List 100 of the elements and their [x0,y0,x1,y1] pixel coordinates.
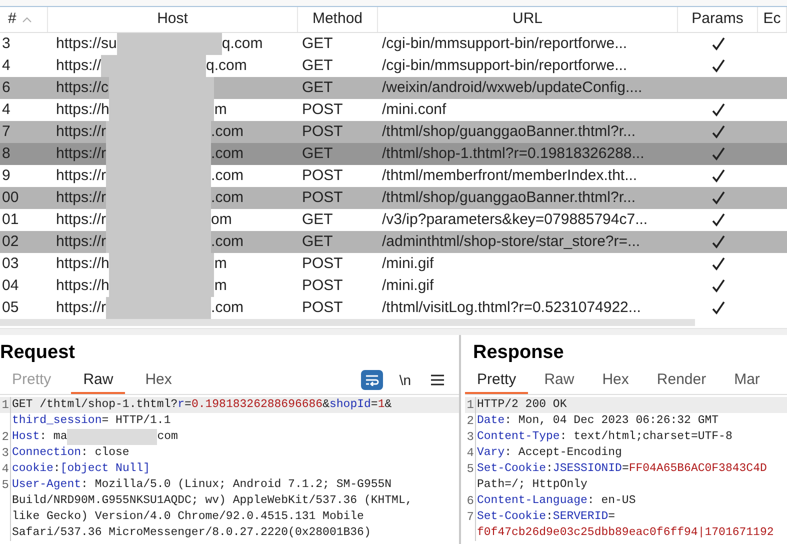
tab[interactable]: Render [644,369,718,394]
panel-title: Request [0,340,75,364]
checkmark-icon [712,169,724,183]
url-text: /thtml/shop-1.thtml?r=0.19818326288... [382,144,644,164]
host-text: q.com [222,34,263,54]
code-text: Safari/537.36 MicroMessenger/8.0.27.2220(0x28001B36) [12,525,371,542]
url-text: /cgi-bin/mmsupport-bin/reportforwe... [382,34,628,54]
code-text: : [546,461,553,478]
code-text: = [184,397,192,414]
column-header[interactable]: Params [692,8,744,31]
scrollbar-thumb[interactable] [0,319,695,326]
method-text: GET [302,78,333,98]
code-text: Path=/; HttpOnly [477,477,588,494]
method-text: POST [302,122,343,142]
code-text: cookie [12,461,54,478]
code-text: like Gecko) Version/4.0 Chrome/92.0.4515.131 Mobile [12,509,364,526]
tab[interactable]: Raw [71,369,126,394]
method-text: GET [302,232,333,252]
response-editor[interactable] [465,395,787,541]
checkmark-icon [712,103,724,117]
line-number: 2 [466,414,474,428]
row-number: 01 [2,210,19,230]
url-text: /mini.conf [382,100,446,120]
host-text: .com [211,122,244,142]
host-text: .com [211,166,244,186]
host-text: https://r [56,232,106,252]
code-text: Connection [12,445,82,462]
line-number: 1 [2,398,9,412]
method-text: GET [302,144,333,164]
url-text: /thtml/shop/guanggaoBanner.thtml?r... [382,188,636,208]
code-text: : Mozilla/5.0 (Linux; Android 7.1.2; SM-G955N [81,477,392,494]
tab[interactable]: Raw [532,369,586,394]
row-number: 8 [2,144,10,164]
column-header[interactable]: # [8,8,16,31]
table-row[interactable]: 7 https://r .com POST /thtml/shop/guanggaoBanner.thtml?r... [0,121,787,143]
method-text: POST [302,166,343,186]
table-row[interactable]: 00 https://r .com POST /thtml/shop/guanggaoBanner.thtml?r... [0,187,787,209]
line-number: 7 [466,510,474,524]
code-text: FF04A65B6AC0F3843C4D [628,461,767,478]
checkmark-icon [712,235,724,249]
row-number: 4 [2,100,10,120]
row-number: 6 [2,78,10,98]
column-header[interactable]: URL [512,8,542,31]
url-text: /adminthtml/shop-store/star_store?r=... [382,232,640,252]
code-text: Vary [477,445,505,462]
url-text: /weixin/android/wxweb/updateConfig.... [382,78,642,98]
row-number: 04 [2,276,19,296]
tab[interactable]: Pretty [465,369,528,394]
column-header[interactable]: Method [312,8,363,31]
code-text: GET /thtml/shop-1.thtml? [12,397,178,414]
row-number: 7 [2,122,10,142]
host-text: https://r [56,298,106,318]
table-row[interactable]: 02 https://r .com GET /adminthtml/shop-store/star_store?r=... [0,231,787,253]
column-header[interactable]: Host [157,8,188,31]
line-number: 2 [2,430,9,444]
checkmark-icon [712,213,724,227]
newline-toggle[interactable]: \n [395,370,415,390]
line-number: 1 [466,398,474,412]
code-text: Build/NRD90M.G955NKSU1AQDC; wv) AppleWebKit/537.36 (KHTML, [12,493,412,510]
host-text: https://c [56,78,109,98]
url-text: /v3/ip?parameters&key=079885794c7... [382,210,648,230]
tab[interactable]: Hex [590,369,641,394]
code-text: = [608,509,616,526]
tab[interactable]: Hex [133,369,184,394]
code-text: SERVERID [552,509,608,526]
tab[interactable]: Mar [722,369,772,394]
checkmark-icon [712,37,724,51]
host-text: .com [211,188,244,208]
table-row[interactable]: 8 https://r .com GET /thtml/shop-1.thtml?r=0.19818326288... [0,143,787,165]
checkmark-icon [712,59,724,73]
method-text: GET [302,210,333,230]
code-text: User-Agent [12,477,82,494]
code-text: Content-Language [477,493,588,510]
code-text: : close [81,445,130,462]
code-text: & [322,397,330,414]
column-header[interactable]: Ec [763,8,781,31]
host-text: https://h [56,276,110,296]
code-text: 1 [378,397,385,414]
code-text: f0f47cb26d9e03c25dbb89eac0f6ff94|1701671192 [477,525,774,542]
line-number: 3 [2,446,9,460]
request-editor[interactable] [0,395,459,541]
method-text: POST [302,100,343,120]
checkmark-icon [712,191,724,205]
url-text: /cgi-bin/mmsupport-bin/reportforwe... [382,56,628,76]
host-text: .com [211,232,244,252]
code-text: : text/html;charset=UTF-8 [560,429,732,446]
method-text: POST [302,254,343,274]
code-text: = [370,397,378,414]
code-text: Set-Cookie [477,461,546,478]
host-text: q.com [206,56,247,76]
checkmark-icon [712,257,724,271]
host-text: https://r [56,188,106,208]
row-number: 00 [2,188,19,208]
wrap-lines-button[interactable] [361,370,384,390]
table-row[interactable]: 6 https://c GET /weixin/android/wxweb/updateConfig.... [0,77,787,99]
checkmark-icon [712,301,724,315]
host-text: https://su [56,34,117,54]
line-number: 5 [2,478,9,492]
code-text: com [157,429,178,446]
code-text: 0.19818326288696686 [191,397,323,414]
